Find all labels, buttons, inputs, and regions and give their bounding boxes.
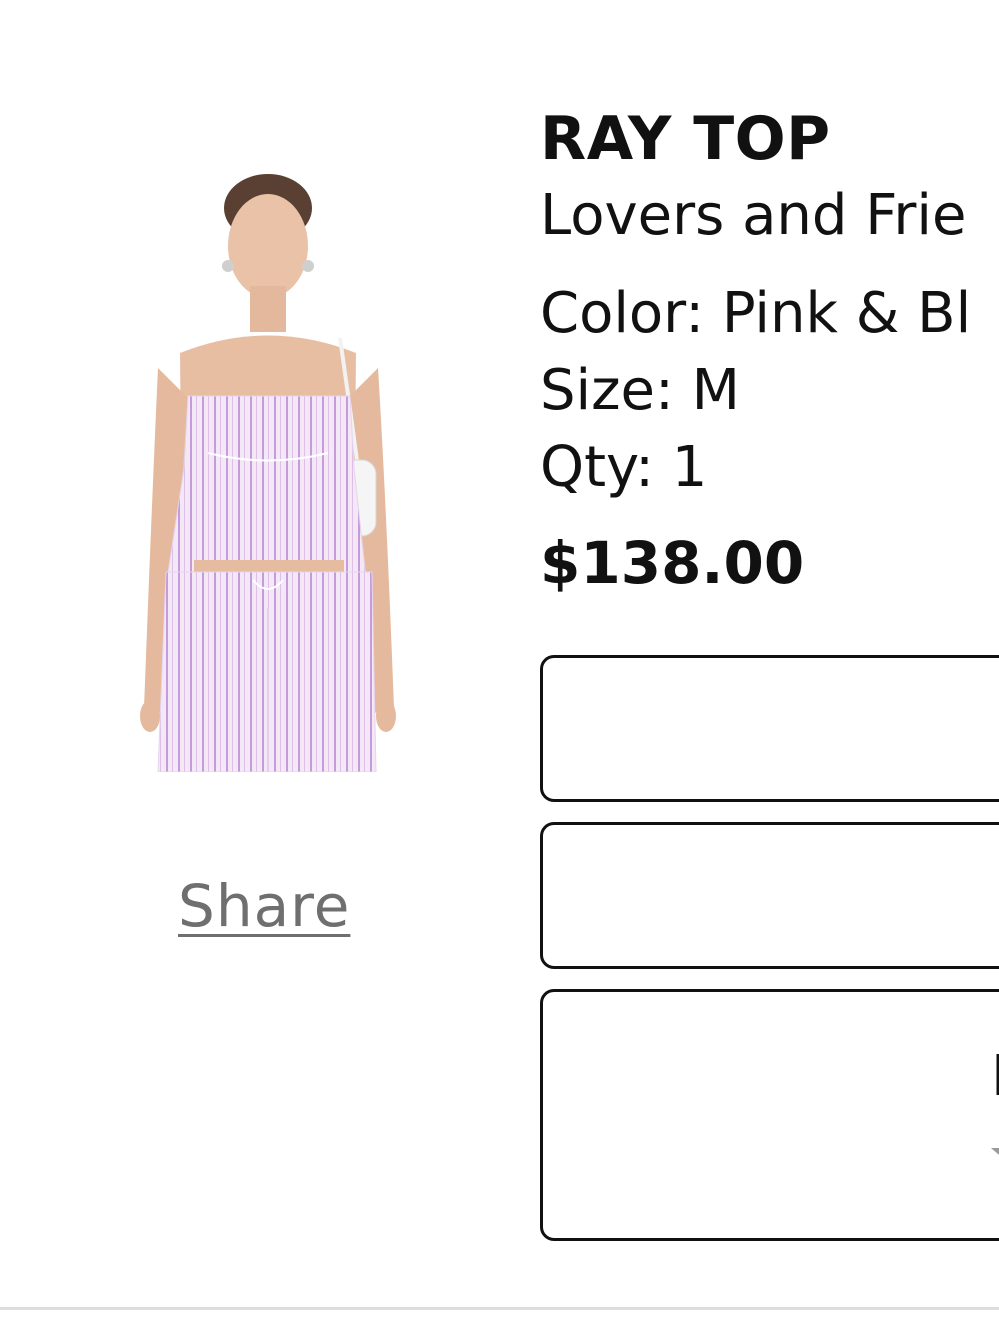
- bottom-divider: [0, 1307, 999, 1310]
- action-button-1[interactable]: [540, 655, 999, 802]
- action-button-3[interactable]: F: [540, 989, 999, 1241]
- product-price: $138.00: [540, 529, 805, 597]
- product-brand[interactable]: Lovers and Frie: [540, 183, 966, 248]
- product-title: RAY TOP: [540, 104, 831, 174]
- share-link[interactable]: Share: [178, 872, 350, 940]
- action-button-2[interactable]: [540, 822, 999, 969]
- product-color: Color: Pink & Bl: [540, 281, 972, 346]
- action-button-3-label: F: [991, 1044, 999, 1109]
- chevron-icon: [991, 1148, 999, 1155]
- product-image[interactable]: [118, 168, 418, 772]
- product-size: Size: M: [540, 358, 740, 423]
- product-qty: Qty: 1: [540, 435, 708, 500]
